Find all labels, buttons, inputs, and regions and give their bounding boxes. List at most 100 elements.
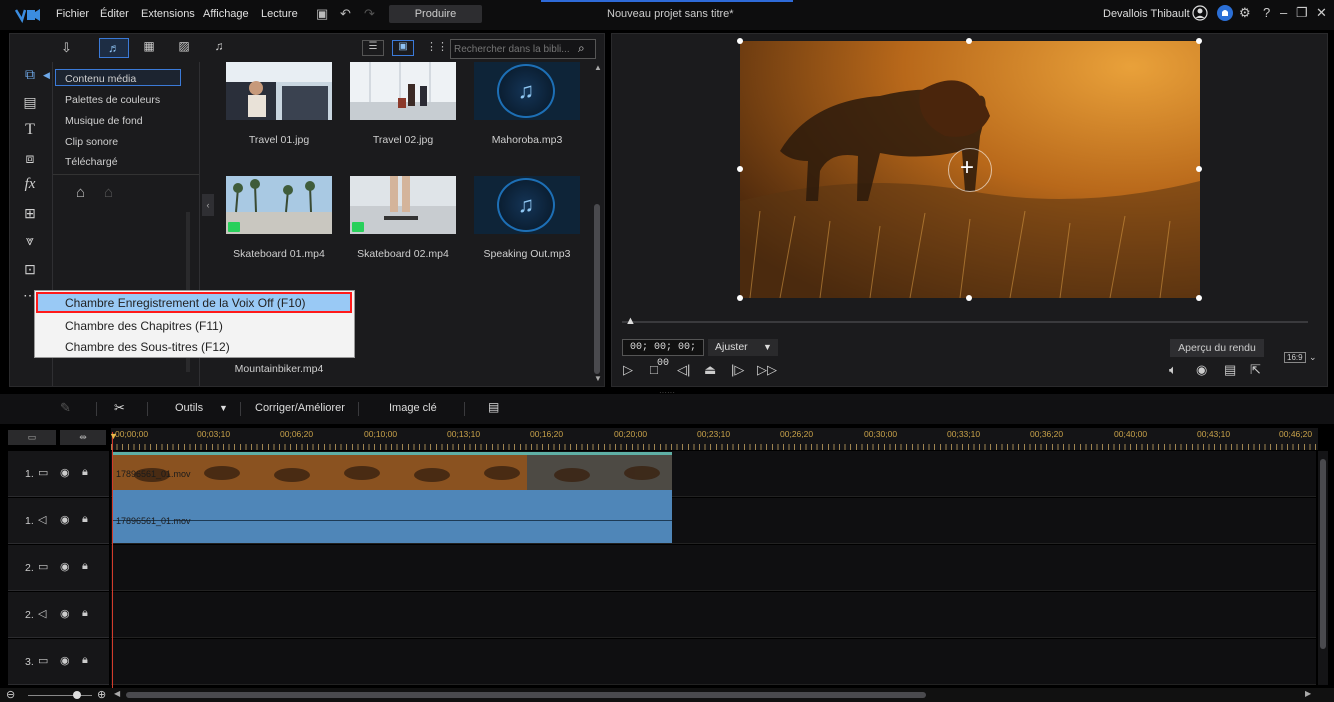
transition-room-icon[interactable]: ⧈ <box>20 150 40 168</box>
template-room-icon[interactable]: ▤ <box>20 94 40 112</box>
timeline-ruler[interactable]: 00;00;00 00;03;10 00;06;20 00;10;00 00;1… <box>111 428 1318 450</box>
media-room-tab-icon[interactable]: ♬ <box>99 38 129 58</box>
menu-item-subtitle-room[interactable]: Chambre des Sous-titres (F12) <box>65 340 230 354</box>
user-name[interactable]: Devallois Thibault <box>1103 8 1190 20</box>
track-header-audio-1[interactable]: 1. ◁ ◉ 🔒︎ <box>8 498 109 544</box>
fix-enhance-button[interactable]: Corriger/Améliorer <box>255 402 345 414</box>
media-thumb-travel-02[interactable] <box>350 62 456 120</box>
snapshot-dropdown-icon[interactable]: ⏏ <box>704 362 716 378</box>
split-scissors-icon[interactable]: ✂ <box>114 400 125 416</box>
list-view-icon[interactable]: ☰ <box>362 40 384 56</box>
particle-room-icon[interactable]: ⩔ <box>20 232 40 250</box>
previous-frame-icon[interactable]: ◁| <box>677 362 690 378</box>
play-icon[interactable]: ▷ <box>623 362 633 378</box>
media-thumb-skateboard-01[interactable] <box>226 176 332 234</box>
minimize-icon[interactable]: – <box>1280 5 1287 20</box>
resize-handle[interactable] <box>1196 38 1202 44</box>
restore-icon[interactable]: ❐ <box>1296 5 1308 21</box>
library-search-input[interactable] <box>454 42 574 56</box>
save-icon[interactable]: ▣ <box>316 6 328 22</box>
media-thumb-skateboard-02[interactable] <box>350 176 456 234</box>
track-manager-icon[interactable]: ▭ <box>8 430 56 445</box>
aspect-ratio-button[interactable]: 16:9 <box>1284 352 1306 363</box>
timeline-vertical-scroll-thumb[interactable] <box>1320 459 1326 649</box>
fit-select[interactable]: Ajuster ▼ <box>708 339 778 356</box>
library-search[interactable]: ⌕ <box>450 39 596 59</box>
render-preview-button[interactable]: Aperçu du rendu <box>1170 339 1264 357</box>
pip-room-icon[interactable]: ⊞ <box>20 205 40 223</box>
category-palettes[interactable]: Palettes de couleurs <box>65 94 160 106</box>
redo-icon[interactable]: ↷ <box>364 6 375 22</box>
menu-fichier[interactable]: Fichier <box>56 8 89 20</box>
effect-room-icon[interactable]: fx <box>20 176 40 194</box>
collapse-panel-icon[interactable]: ‹ <box>202 194 214 216</box>
track-lane-audio-2[interactable] <box>111 592 1316 638</box>
lock-icon[interactable]: 🔒︎ <box>82 513 88 526</box>
menu-editer[interactable]: Éditer <box>100 8 129 20</box>
lock-icon[interactable]: 🔒︎ <box>82 654 88 667</box>
visibility-eye-icon[interactable]: ◉ <box>60 513 70 526</box>
preview-scrubber-track[interactable] <box>622 321 1308 323</box>
resize-handle[interactable] <box>966 295 972 301</box>
remove-tag-icon[interactable]: ⌂ <box>104 184 113 201</box>
video-clip[interactable]: 17896561_01.mov <box>112 452 672 490</box>
resize-handle[interactable] <box>737 166 743 172</box>
fit-timeline-icon[interactable]: ⇹ <box>60 430 106 445</box>
video-filter-icon[interactable]: ▦ <box>139 39 159 57</box>
media-thumb-mahoroba[interactable]: ♫ <box>474 62 580 120</box>
timeline-vertical-scrollbar[interactable] <box>1318 451 1328 685</box>
user-avatar-icon[interactable] <box>1192 5 1208 24</box>
edit-pen-icon[interactable]: ✎ <box>60 400 71 416</box>
audio-filter-icon[interactable]: ♫ <box>209 39 229 57</box>
undo-icon[interactable]: ↶ <box>340 6 351 22</box>
timeline-horizontal-scroll-thumb[interactable] <box>126 692 926 698</box>
zoom-out-icon[interactable]: ⊖ <box>6 688 15 701</box>
timecode-display[interactable]: 00; 00; 00; 00 <box>622 339 704 369</box>
audio-clip[interactable]: 17896561_01.mov <box>112 490 672 543</box>
settings-gear-icon[interactable]: ⚙ <box>1239 5 1251 21</box>
media-thumb-travel-01[interactable] <box>226 62 332 120</box>
tools-menu[interactable]: Outils <box>175 402 203 414</box>
import-media-icon[interactable]: ⇩ <box>61 40 79 56</box>
menu-item-chapter-room[interactable]: Chambre des Chapitres (F11) <box>65 319 223 333</box>
aspect-dropdown-icon[interactable]: ⌄ <box>1309 352 1317 363</box>
close-icon[interactable]: ✕ <box>1316 5 1327 21</box>
add-tag-icon[interactable]: ⌂ <box>76 184 85 201</box>
title-room-icon[interactable]: T <box>20 121 40 139</box>
search-icon[interactable]: ⌕ <box>578 41 585 56</box>
camera-snapshot-icon[interactable]: ◉ <box>1196 362 1207 378</box>
move-crosshair-icon[interactable]: + <box>960 154 974 182</box>
playhead-marker-icon[interactable]: ▼ <box>109 431 118 441</box>
lock-icon[interactable]: 🔒︎ <box>82 560 88 573</box>
preview-frame[interactable]: + <box>740 41 1200 298</box>
thumbnail-view-icon[interactable]: ▣ <box>392 40 414 56</box>
playhead[interactable] <box>112 432 113 692</box>
track-header-video-1[interactable]: 1. ▭ ◉ 🔒︎ <box>8 451 109 497</box>
image-filter-icon[interactable]: ▨ <box>174 39 194 57</box>
scroll-up-icon[interactable]: ▲ <box>594 63 602 72</box>
visibility-eye-icon[interactable]: ◉ <box>60 654 70 667</box>
grid-options-icon[interactable]: ⋮⋮ <box>426 40 448 56</box>
menu-affichage[interactable]: Affichage <box>203 8 249 20</box>
zoom-in-icon[interactable]: ⊕ <box>97 688 106 701</box>
fast-forward-icon[interactable]: ▷▷ <box>757 362 777 378</box>
stop-icon[interactable]: □ <box>650 362 658 377</box>
track-header-video-2[interactable]: 2. ▭ ◉ 🔒︎ <box>8 545 109 591</box>
resize-handle[interactable] <box>966 38 972 44</box>
category-musique[interactable]: Musique de fond <box>65 115 143 127</box>
subtitle-room-icon[interactable]: ⊡ <box>20 261 40 279</box>
menu-extensions[interactable]: Extensions <box>141 8 195 20</box>
media-grid-scroll-thumb[interactable] <box>594 204 600 374</box>
media-grid-scrollbar[interactable] <box>593 64 601 384</box>
resize-handle[interactable] <box>737 295 743 301</box>
track-header-video-3[interactable]: 3. ▭ ◉ 🔒︎ <box>8 639 109 685</box>
track-lane-video-2[interactable] <box>111 545 1316 591</box>
keyframe-button[interactable]: Image clé <box>389 402 437 414</box>
menu-item-voiceover-room[interactable]: Chambre Enregistrement de la Voix Off (F… <box>65 296 306 310</box>
visibility-eye-icon[interactable]: ◉ <box>60 560 70 573</box>
visibility-eye-icon[interactable]: ◉ <box>60 466 70 479</box>
help-icon[interactable]: ? <box>1263 5 1270 20</box>
media-thumb-speaking-out[interactable]: ♫ <box>474 176 580 234</box>
next-frame-icon[interactable]: |▷ <box>731 362 744 378</box>
scroll-left-icon[interactable]: ◀ <box>114 689 120 698</box>
